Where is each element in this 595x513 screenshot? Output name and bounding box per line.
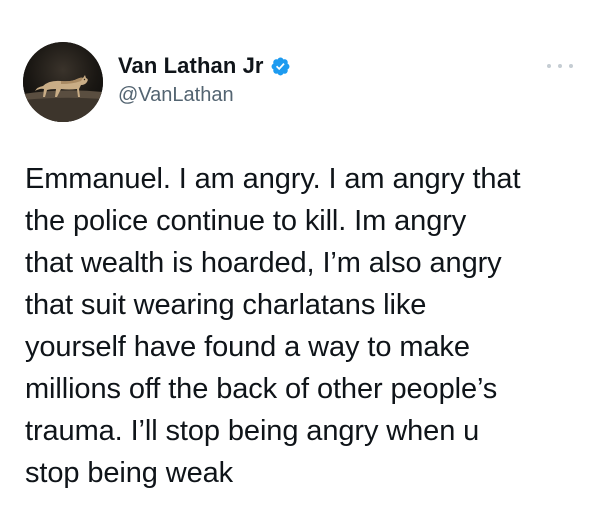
more-options-icon[interactable] <box>547 60 573 72</box>
tweet-header: Van Lathan Jr @VanLathan <box>23 42 573 122</box>
author-names: Van Lathan Jr @VanLathan <box>118 52 291 107</box>
verified-badge-icon <box>270 56 291 77</box>
more-dot <box>558 64 562 68</box>
display-name-row: Van Lathan Jr <box>118 52 291 80</box>
more-dot <box>569 64 573 68</box>
more-dot <box>547 64 551 68</box>
tweet-text: Emmanuel. I am angry. I am angry that th… <box>25 163 521 489</box>
author-display-name[interactable]: Van Lathan Jr <box>118 53 264 79</box>
cougar-avatar-icon[interactable] <box>23 42 103 122</box>
tweet-card: Van Lathan Jr @VanLathan Emmanuel. I am … <box>0 0 595 513</box>
author-handle[interactable]: @VanLathan <box>118 84 291 107</box>
